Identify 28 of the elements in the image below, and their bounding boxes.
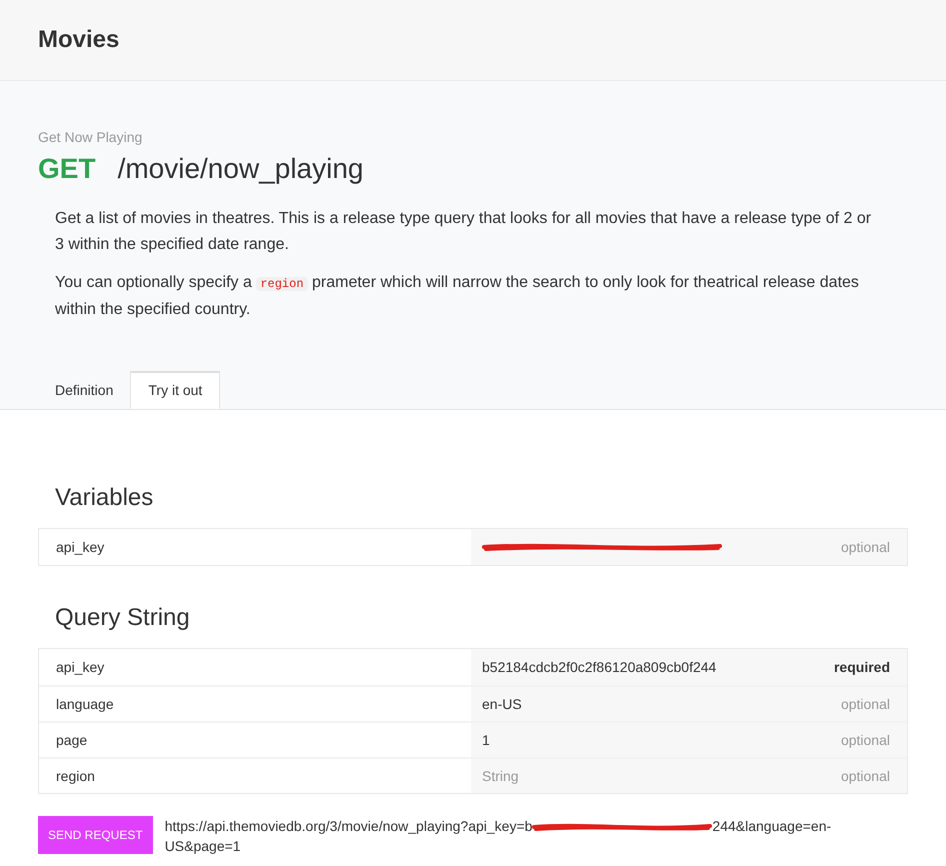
requirement-label: optional	[840, 538, 890, 557]
section-title: Query String	[54, 603, 191, 633]
section-title: Variables	[54, 483, 154, 513]
requirement-label: required	[834, 658, 890, 677]
requirement-label: optional	[840, 766, 890, 786]
parameter-value: b52184cdcb2f0c2f86120a809cb0f244	[482, 658, 716, 676]
tab[interactable]: Try it out	[130, 371, 220, 409]
parameter-name: language	[55, 694, 115, 714]
parameter-name: page	[55, 730, 88, 750]
parameter-placeholder: String	[482, 766, 519, 786]
description-text: You can optionally specify a region prameter which will narrow the search to only look for theatrical release dates within the specified country.	[55, 273, 860, 320]
parameter-name: api_key	[55, 658, 106, 677]
requirement-label: optional	[840, 730, 890, 750]
tab[interactable]: Definition	[38, 371, 130, 409]
page-title: Movies	[38, 25, 120, 55]
http-method: GET	[38, 152, 96, 186]
parameter-value-field[interactable]: b52184cdcb2f0c2f86120a809cb0f244 required	[471, 649, 907, 685]
description-text: Get a list of movies in theatres. This is a release type query that looks for all movies that have a release type of 2 or 3 within the specified date range.	[55, 209, 872, 255]
endpoint-summary: Get Now Playing	[38, 128, 142, 147]
parameter-value: 1	[482, 730, 490, 750]
parameter-value-field[interactable]: en-US optional	[471, 687, 907, 721]
endpoint-path: /movie/now_playing	[118, 152, 364, 186]
requirement-label: optional	[840, 694, 890, 714]
parameter-value-field[interactable]: 1 optional	[471, 723, 907, 757]
request-url: https://api.themoviedb.org/3/movie/now_playing?api_key=b 244&language=en-US&page=1	[164, 817, 832, 856]
parameter-name: api_key	[55, 538, 106, 557]
parameter-name: region	[55, 766, 96, 786]
parameter-value: en-US	[482, 694, 522, 714]
